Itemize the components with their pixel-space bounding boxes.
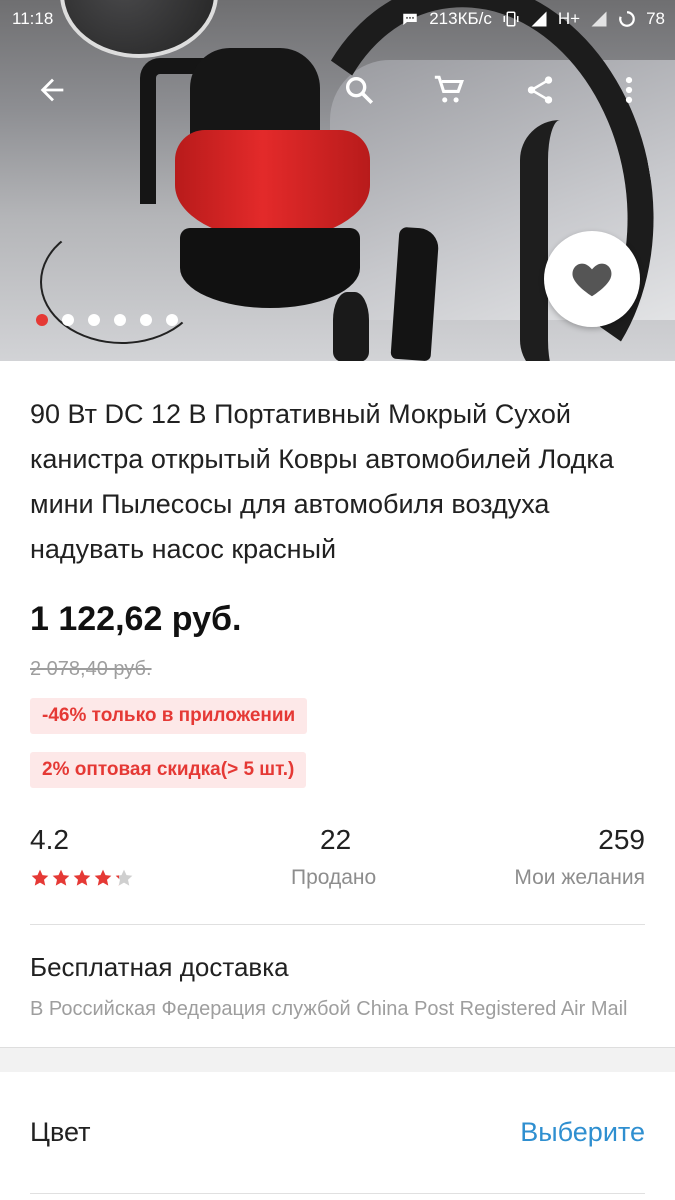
pager-dot[interactable]: [88, 314, 100, 326]
pager-dot[interactable]: [166, 314, 178, 326]
rating-stars: [30, 868, 134, 888]
star-icon: [52, 869, 70, 886]
back-button[interactable]: [30, 68, 74, 112]
app-discount-badge: -46% только в приложении: [30, 698, 308, 734]
share-icon: [527, 76, 553, 104]
product-price: 1 122,62 руб.: [30, 600, 242, 638]
pager-dot[interactable]: [36, 314, 48, 326]
status-icons: 213КБ/с H+ 78: [401, 9, 665, 29]
sold-count: 22: [320, 824, 352, 855]
divider: [30, 924, 645, 925]
search-button[interactable]: [337, 68, 381, 112]
wishlist-label: Мои желания: [514, 866, 645, 889]
network-type: H+: [557, 9, 581, 28]
cart-icon: [434, 75, 464, 103]
favorite-button[interactable]: [544, 231, 640, 327]
star-icon: [94, 869, 112, 886]
signal-alt-icon: [591, 11, 607, 27]
star-icon: [73, 869, 91, 886]
shipping-title[interactable]: Бесплатная доставка: [30, 952, 289, 983]
vibrate-icon: [503, 11, 519, 27]
section-gap: [0, 1047, 675, 1072]
shipping-subtitle[interactable]: В Российская Федерация службой China Pos…: [30, 998, 645, 1021]
star-icon: [115, 869, 133, 886]
more-vert-icon: [625, 76, 633, 104]
arrow-left-icon: [40, 78, 64, 102]
battery-ring-icon: [619, 11, 635, 27]
more-button[interactable]: [607, 68, 651, 112]
product-title: 90 Вт DC 12 В Портативный Мокрый Сухой к…: [30, 399, 614, 564]
signal-icon: [531, 11, 547, 27]
status-time: 11:18: [12, 9, 54, 28]
color-select-link[interactable]: Выберите: [520, 1117, 645, 1148]
heart-icon: [572, 263, 612, 297]
sold-label: Продано: [291, 866, 377, 889]
battery-level: 78: [646, 9, 665, 28]
star-icon: [31, 869, 49, 886]
wholesale-discount-badge[interactable]: 2% оптовая скидка(> 5 шт.): [30, 752, 307, 788]
product-stats: 4.2 22 Продано 259 Мои желания: [30, 820, 645, 900]
pager-dot[interactable]: [62, 314, 74, 326]
divider-bottom: [30, 1193, 645, 1194]
old-price: 2 078,40 руб.: [30, 658, 152, 680]
cart-button[interactable]: [427, 68, 471, 112]
image-nozzle-round: [333, 292, 369, 361]
message-icon: [403, 13, 417, 25]
color-label: Цвет: [30, 1117, 91, 1147]
image-pager-dots[interactable]: [36, 314, 178, 326]
search-icon: [345, 76, 374, 105]
pager-dot[interactable]: [114, 314, 126, 326]
status-bar: 11:18 213КБ/с H+ 78: [0, 0, 675, 36]
share-button[interactable]: [518, 68, 562, 112]
pager-dot[interactable]: [140, 314, 152, 326]
rating-value: 4.2: [30, 824, 69, 855]
color-option-row[interactable]: Цвет Выберите: [0, 1072, 675, 1200]
wishlist-count: 259: [598, 824, 645, 855]
network-speed: 213КБ/с: [429, 9, 492, 28]
